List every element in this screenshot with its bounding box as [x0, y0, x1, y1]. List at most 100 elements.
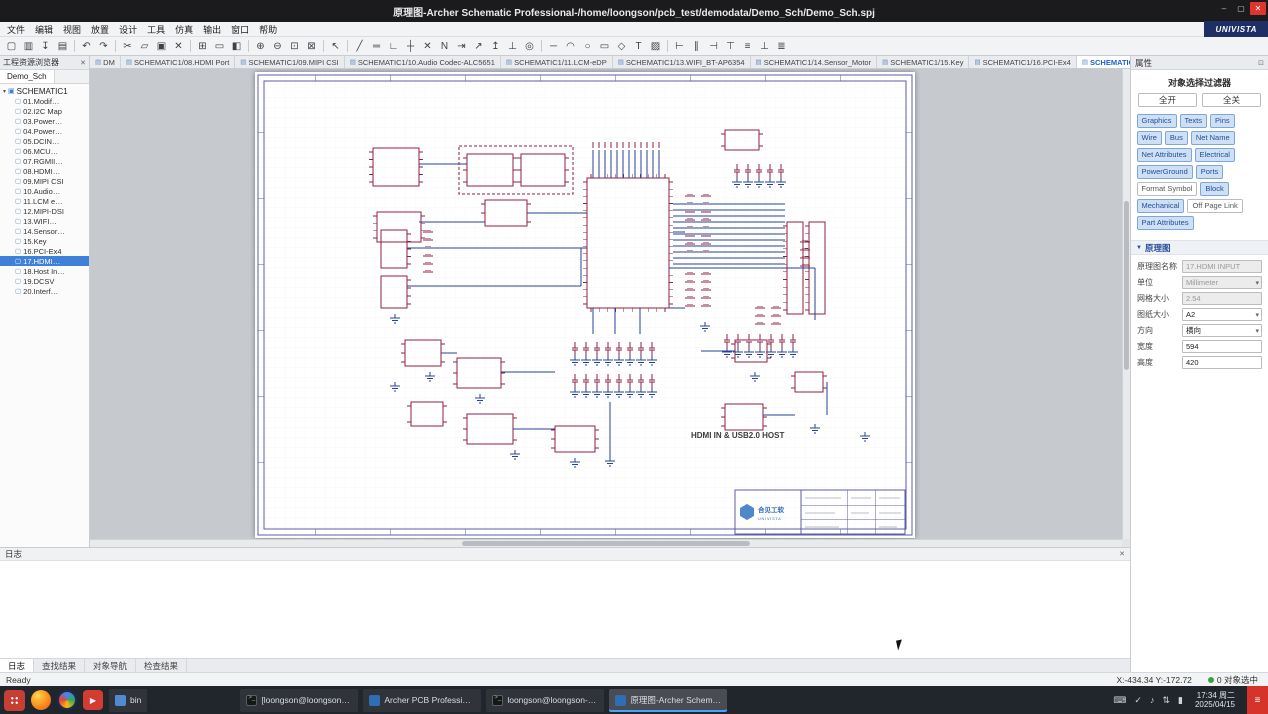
minimize-button[interactable]: –	[1216, 2, 1232, 15]
ruler-icon[interactable]: ▭	[211, 38, 228, 55]
security-shield-icon[interactable]: ✓	[1134, 695, 1142, 706]
bottom-tab[interactable]: 查找结果	[34, 659, 85, 672]
undo-icon[interactable]: ↶	[78, 38, 95, 55]
port-tool-icon[interactable]: ⇥	[453, 38, 470, 55]
select-arrow-icon[interactable]: ↖	[327, 38, 344, 55]
property-input[interactable]: 横向	[1182, 324, 1262, 337]
cross-probe-icon[interactable]: ◎	[521, 38, 538, 55]
panel-close-icon[interactable]: ✕	[80, 59, 86, 67]
save-icon[interactable]: ↧	[37, 38, 54, 55]
filter-chip[interactable]: Part Attributes	[1137, 216, 1194, 230]
property-input[interactable]: Millimeter	[1182, 276, 1262, 289]
all-on-button[interactable]: 全开	[1138, 93, 1197, 107]
zoom-fit-icon[interactable]: ⊡	[286, 38, 303, 55]
all-off-button[interactable]: 全关	[1202, 93, 1261, 107]
ground-symbol-icon[interactable]: ⊥	[504, 38, 521, 55]
document-tab[interactable]: ▤ SCHEMATIC1/13.WIFI_BT-AP6354	[613, 56, 751, 68]
taskbar-window-button[interactable]: bin	[109, 689, 147, 712]
align-middle-icon[interactable]: ≡	[739, 38, 756, 55]
document-tab[interactable]: ▤ SCHEMATIC1/10.Audio Codec-ALC5651	[345, 56, 501, 68]
filter-chip[interactable]: Mechanical	[1137, 199, 1185, 213]
filter-chip[interactable]: PowerGround	[1137, 165, 1193, 179]
arc-tool-icon[interactable]: ◠	[562, 38, 579, 55]
tree-item[interactable]: ▢ 02.I2C Map	[0, 106, 89, 116]
cut-icon[interactable]: ✂	[119, 38, 136, 55]
filter-chip[interactable]: Ports	[1196, 165, 1224, 179]
no-connect-icon[interactable]: ✕	[419, 38, 436, 55]
tree-item[interactable]: ▢ 05.DCIN…	[0, 136, 89, 146]
property-input[interactable]: 2.54	[1182, 292, 1262, 305]
notification-center-button[interactable]: ≡	[1247, 686, 1268, 714]
expander-icon[interactable]: ▾	[3, 88, 6, 95]
panel-layout-icon[interactable]: ◧	[228, 38, 245, 55]
print-icon[interactable]: ▤	[54, 38, 71, 55]
menu-item[interactable]: 文件	[2, 23, 30, 36]
taskbar-window-button[interactable]: Archer PCB Profession…	[363, 689, 481, 712]
tree-root-schematic1[interactable]: ▾ ▣ SCHEMATIC1	[0, 86, 89, 96]
tree-item[interactable]: ▢ 13.WIFI…	[0, 216, 89, 226]
project-tab[interactable]: Demo_Sch	[0, 70, 55, 83]
menu-item[interactable]: 视图	[58, 23, 86, 36]
image-tool-icon[interactable]: ▨	[647, 38, 664, 55]
distribute-icon[interactable]: ≣	[773, 38, 790, 55]
canvas-horizontal-scrollbar[interactable]	[90, 539, 1122, 547]
input-method-icon[interactable]: ⌨	[1113, 695, 1126, 706]
launcher-button[interactable]	[4, 690, 25, 711]
menu-item[interactable]: 编辑	[30, 23, 58, 36]
property-input[interactable]: A2	[1182, 308, 1262, 321]
menu-item[interactable]: 帮助	[254, 23, 282, 36]
network-icon[interactable]: ⇅	[1162, 695, 1170, 706]
off-page-icon[interactable]: ↗	[470, 38, 487, 55]
net-label-icon[interactable]: N	[436, 38, 453, 55]
redo-icon[interactable]: ↷	[95, 38, 112, 55]
tree-item[interactable]: ▢ 19.DCSV	[0, 276, 89, 286]
taskbar-window-button[interactable]: [loongson@loongson-…	[240, 689, 358, 712]
document-tab[interactable]: ▤ SCHEMATIC1/11.LCM-eDP	[501, 56, 613, 68]
tree-item[interactable]: ▢ 11.LCM e…	[0, 196, 89, 206]
align-right-icon[interactable]: ⊣	[705, 38, 722, 55]
media-player-icon[interactable]: ▶	[83, 690, 103, 710]
polyline-tool-icon[interactable]: ∟	[385, 38, 402, 55]
menu-item[interactable]: 工具	[142, 23, 170, 36]
tree-item[interactable]: ▢ 18.Host In…	[0, 266, 89, 276]
tree-item[interactable]: ▢ 01.Modif…	[0, 96, 89, 106]
new-file-icon[interactable]: ▢	[3, 38, 20, 55]
circle-tool-icon[interactable]: ○	[579, 38, 596, 55]
tree-item[interactable]: ▢ 04.Power…	[0, 126, 89, 136]
sheet-section-header[interactable]: ▼ 原理图	[1131, 240, 1268, 255]
open-file-icon[interactable]: ▥	[20, 38, 37, 55]
zoom-area-icon[interactable]: ⊠	[303, 38, 320, 55]
tree-item[interactable]: ▢ 06.MCU…	[0, 146, 89, 156]
document-tab[interactable]: ▤ SCHEMATIC1/09.MIPI CSI	[235, 56, 344, 68]
filter-chip[interactable]: Net Name	[1191, 131, 1235, 145]
document-tab[interactable]: ▤ SCHEMATIC1/17.HDMI INPUT	[1077, 56, 1130, 68]
paste-icon[interactable]: ▣	[153, 38, 170, 55]
wire-tool-icon[interactable]: ╱	[351, 38, 368, 55]
tree-item[interactable]: ▢ 08.HDMI…	[0, 166, 89, 176]
document-tab[interactable]: ▤ SCHEMATIC1/15.Key	[877, 56, 969, 68]
grid-toggle-icon[interactable]: ⊞	[194, 38, 211, 55]
bus-tool-icon[interactable]: ═	[368, 38, 385, 55]
schematic-sheet[interactable]: HDMI IN & USB2.0 HOST合见工软UNIVISTA	[255, 72, 915, 538]
log-body[interactable]	[0, 561, 1130, 658]
delete-icon[interactable]: ✕	[170, 38, 187, 55]
tree-item[interactable]: ▢ 14.Sensor…	[0, 226, 89, 236]
taskbar-window-button[interactable]: 原理图-Archer Schemat…	[609, 689, 727, 712]
filter-chip[interactable]: Block	[1200, 182, 1228, 196]
rect-tool-icon[interactable]: ▭	[596, 38, 613, 55]
align-left-icon[interactable]: ⊢	[671, 38, 688, 55]
tree-item[interactable]: ▢ 07.RGMII…	[0, 156, 89, 166]
tree-item[interactable]: ▢ 17.HDMI…	[0, 256, 89, 266]
document-tab[interactable]: ▤ DM	[90, 56, 121, 68]
align-center-h-icon[interactable]: ∥	[688, 38, 705, 55]
bottom-tab[interactable]: 日志	[0, 659, 34, 672]
menu-item[interactable]: 放置	[86, 23, 114, 36]
menu-item[interactable]: 仿真	[170, 23, 198, 36]
tree-item[interactable]: ▢ 10.Audio…	[0, 186, 89, 196]
tree-item[interactable]: ▢ 15.Key	[0, 236, 89, 246]
tree-item[interactable]: ▢ 03.Power…	[0, 116, 89, 126]
menu-item[interactable]: 设计	[114, 23, 142, 36]
bottom-tab[interactable]: 对象导航	[85, 659, 136, 672]
tree-item[interactable]: ▢ 16.PCI-Ex4	[0, 246, 89, 256]
schematic-canvas[interactable]: HDMI IN & USB2.0 HOST合见工软UNIVISTA	[90, 69, 1130, 547]
